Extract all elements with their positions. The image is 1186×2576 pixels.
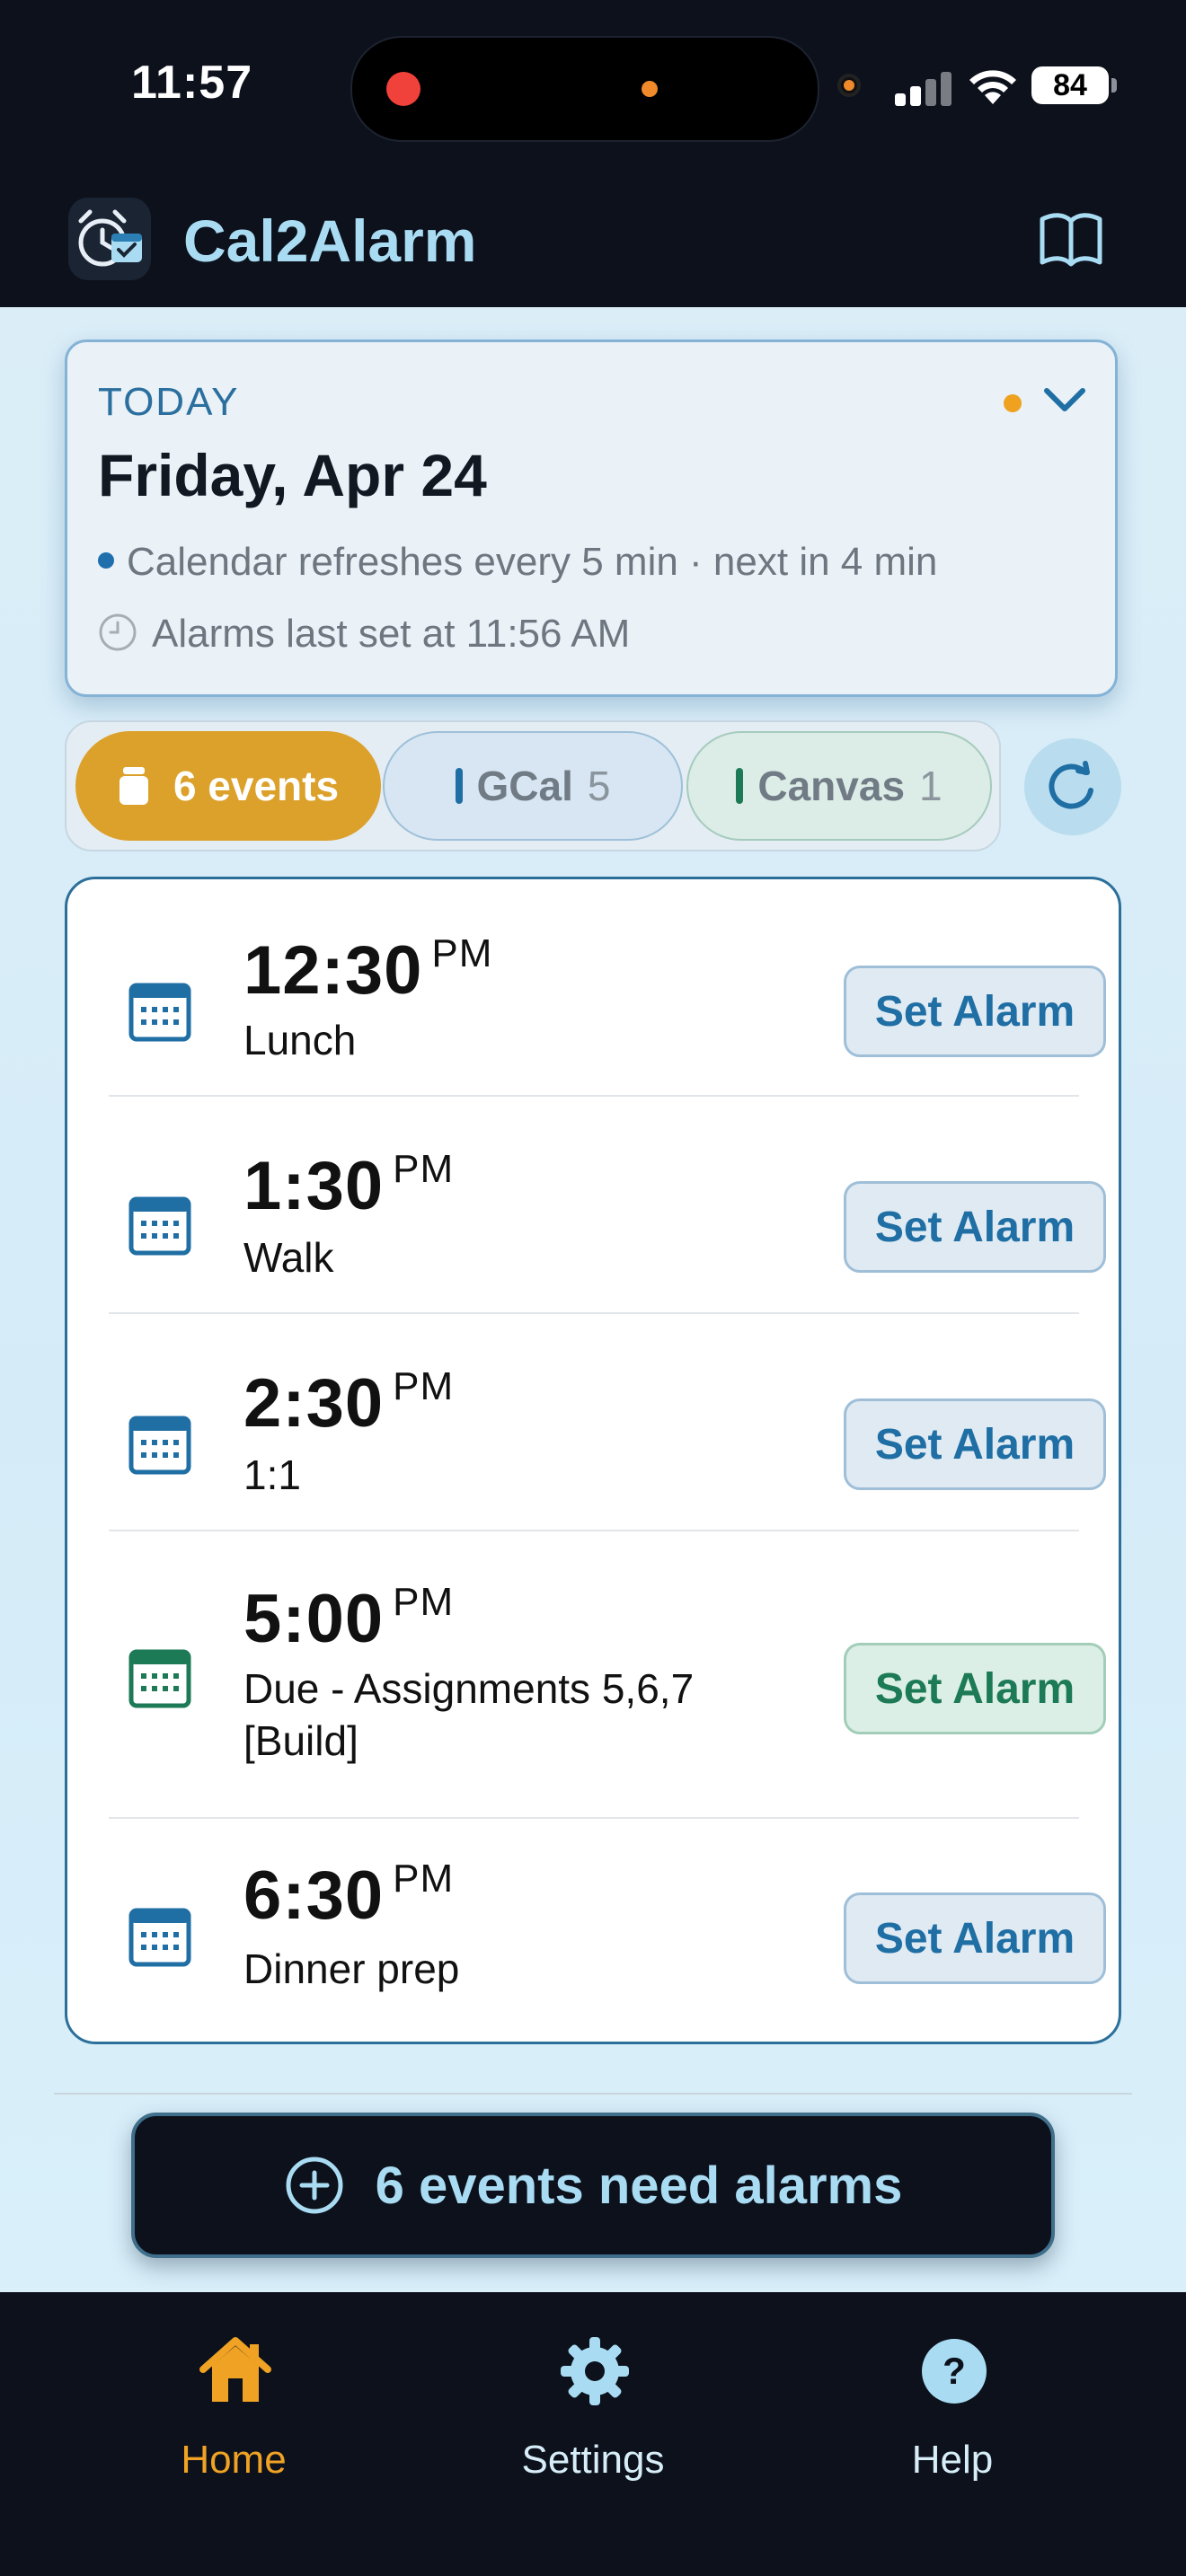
event-time-value: 6:30	[243, 1857, 385, 1934]
filter-chip-canvas-label: Canvas	[757, 763, 906, 809]
set-all-alarms-label: 6 events need alarms	[375, 2156, 903, 2215]
event-time: 1:30 PM	[243, 1147, 454, 1225]
camera-indicator-icon	[642, 81, 658, 97]
tab-help[interactable]: ? Help	[827, 2314, 1078, 2493]
gcal-calendar-icon	[128, 1908, 191, 1967]
event-ampm: PM	[393, 1580, 455, 1624]
filter-chip-canvas-count: 1	[919, 763, 943, 809]
refresh-icon	[1049, 761, 1093, 809]
filter-chip-all-label: 6 events	[173, 763, 340, 809]
set-alarm-button[interactable]: Set Alarm	[844, 1643, 1106, 1734]
tab-settings-label: Settings	[521, 2438, 665, 2482]
status-bar: 11:57 84	[0, 0, 1186, 171]
set-all-alarms-button[interactable]: 6 events need alarms	[131, 2113, 1055, 2258]
today-date: Friday, Apr 24	[98, 442, 487, 508]
event-time-value: 2:30	[243, 1365, 385, 1442]
plus-circle-icon	[286, 2157, 343, 2214]
tab-home-label: Home	[181, 2438, 287, 2482]
event-row: 6:30 PM Dinner prep Set Alarm	[109, 1819, 1106, 2042]
event-ampm: PM	[393, 1857, 455, 1901]
app-logo-icon	[68, 198, 151, 280]
clock-icon	[99, 613, 137, 651]
event-title: Walk	[243, 1234, 334, 1281]
today-label: TODAY	[98, 380, 240, 424]
event-row: 1:30 PM Walk Set Alarm	[109, 1097, 1106, 1314]
tab-settings[interactable]: Settings	[467, 2314, 719, 2493]
set-alarm-button[interactable]: Set Alarm	[844, 1398, 1106, 1490]
chevron-down-icon[interactable]	[1040, 380, 1090, 419]
filter-chip-all[interactable]: 6 events	[75, 731, 381, 841]
event-time-value: 1:30	[243, 1148, 385, 1224]
gcal-calendar-icon	[128, 1416, 191, 1475]
bottom-tab-bar: Home Settings ? Help	[0, 2292, 1186, 2576]
event-row: 2:30 PM 1:1 Set Alarm	[109, 1314, 1106, 1531]
event-title: Due - Assignments 5,6,7 [Build]	[243, 1665, 695, 1764]
event-time: 12:30 PM	[243, 931, 492, 1010]
filter-chip-canvas[interactable]: Canvas 1	[686, 731, 992, 841]
gcal-calendar-icon	[128, 983, 191, 1042]
event-title: 1:1	[243, 1451, 301, 1498]
app-title: Cal2Alarm	[183, 207, 477, 274]
book-icon[interactable]	[1035, 203, 1107, 275]
filter-chip-gcal-count: 5	[587, 763, 611, 809]
tab-home[interactable]: Home	[108, 2314, 359, 2493]
event-time: 6:30 PM	[243, 1857, 454, 1935]
alarms-info-row: Alarms last set at 11:56 AM	[98, 612, 630, 657]
event-title: Dinner prep	[243, 1945, 460, 1992]
content-divider	[54, 2093, 1132, 2095]
gcal-calendar-icon	[128, 1196, 191, 1256]
today-summary-card[interactable]: TODAY Friday, Apr 24 Calendar refreshes …	[65, 340, 1118, 697]
filter-chip-gcal-label: GCal	[476, 763, 573, 809]
set-alarm-button[interactable]: Set Alarm	[844, 966, 1106, 1057]
app-header: Cal2Alarm	[0, 171, 1186, 307]
refresh-info-row: Calendar refreshes every 5 min · next in…	[98, 540, 937, 585]
event-ampm: PM	[431, 931, 493, 975]
event-title: Lunch	[243, 1017, 357, 1063]
event-time: 2:30 PM	[243, 1364, 454, 1442]
event-time-value: 12:30	[243, 932, 423, 1009]
cellular-signal-icon	[895, 70, 952, 106]
wifi-icon	[969, 70, 1016, 104]
event-time: 5:00 PM	[243, 1580, 454, 1658]
app-screen: 11:57 84 Cal2Alarm TODAY Friday, Apr 24 …	[0, 0, 1186, 2576]
set-alarm-button[interactable]: Set Alarm	[844, 1181, 1106, 1273]
event-ampm: PM	[393, 1147, 455, 1191]
svg-text:?: ?	[943, 2350, 966, 2392]
main-content: TODAY Friday, Apr 24 Calendar refreshes …	[0, 307, 1186, 2292]
home-icon	[199, 2337, 271, 2402]
source-filter-bar: 6 events GCal 5 Canvas 1	[65, 720, 1001, 851]
filter-chip-gcal[interactable]: GCal 5	[383, 731, 683, 841]
canvas-calendar-icon	[128, 1649, 191, 1708]
gear-icon	[561, 2337, 629, 2405]
help-icon: ?	[922, 2339, 987, 2404]
recording-indicator-icon	[386, 72, 420, 106]
refresh-bullet-icon	[98, 552, 114, 569]
refresh-info-text: Calendar refreshes every 5 min · next in…	[127, 540, 938, 584]
tab-help-label: Help	[911, 2438, 994, 2482]
dynamic-island	[350, 36, 819, 142]
refresh-button[interactable]	[1024, 738, 1121, 835]
alarms-info-text: Alarms last set at 11:56 AM	[152, 612, 631, 656]
event-row: 5:00 PM Due - Assignments 5,6,7 [Build] S…	[109, 1531, 1106, 1819]
gcal-color-bar	[455, 768, 463, 804]
mic-indicator-icon	[837, 74, 861, 97]
set-alarm-button[interactable]: Set Alarm	[844, 1892, 1106, 1984]
jar-icon	[119, 767, 148, 805]
event-row: 12:30 PM Lunch Set Alarm	[109, 879, 1106, 1097]
sync-status-dot	[1004, 394, 1022, 412]
event-time-value: 5:00	[243, 1581, 385, 1657]
canvas-color-bar	[736, 768, 744, 804]
battery-level: 84	[1031, 66, 1117, 104]
status-time: 11:57	[131, 57, 253, 109]
events-list: 12:30 PM Lunch Set Alarm 1:30 PM Walk Set …	[65, 877, 1121, 2044]
event-ampm: PM	[393, 1364, 455, 1408]
